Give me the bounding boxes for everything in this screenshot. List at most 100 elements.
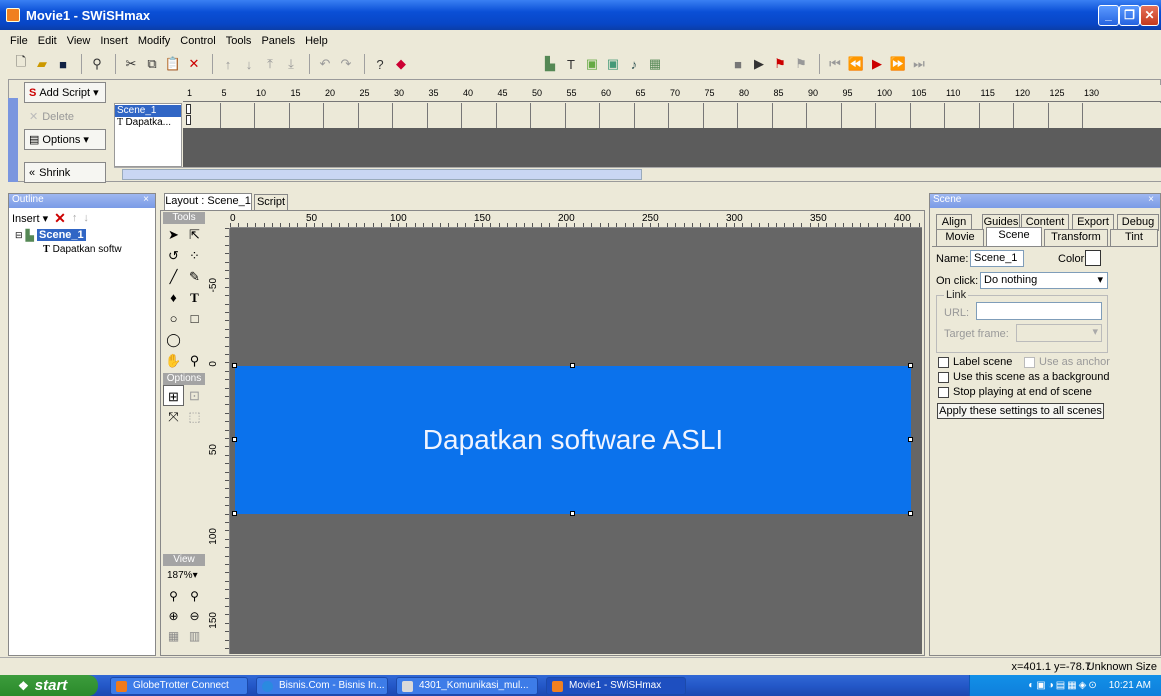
menu-panels[interactable]: Panels <box>261 35 295 47</box>
selection-handle[interactable] <box>232 437 237 442</box>
tab-transform[interactable]: Transform <box>1044 229 1108 246</box>
menu-edit[interactable]: Edit <box>38 35 57 47</box>
hand-tool-icon[interactable]: ✋ <box>163 350 184 371</box>
copy-icon[interactable]: ⧉ <box>143 55 161 73</box>
selection-handle[interactable] <box>908 363 913 368</box>
step-back-icon[interactable]: ⏪ <box>847 55 865 73</box>
show-grid-icon[interactable]: ▦ <box>163 626 184 646</box>
transform-icon[interactable]: ⬚ <box>184 406 205 427</box>
ellipse-tool-icon[interactable]: ○ <box>163 308 184 329</box>
menu-tools[interactable]: Tools <box>226 35 252 47</box>
maximize-button[interactable]: ❐ <box>1119 5 1140 26</box>
outline-tree-scene[interactable]: ⊟ ▙ Scene_1 <box>9 228 155 242</box>
outline-delete-icon[interactable]: ✕ <box>54 210 66 227</box>
menu-insert[interactable]: Insert <box>100 35 128 47</box>
timeline-side-tab[interactable] <box>8 98 18 182</box>
play-timeline-icon[interactable]: ⚑ <box>771 55 789 73</box>
color-picker-swatch[interactable] <box>1085 250 1101 266</box>
redo-icon[interactable]: ↷ <box>337 55 355 73</box>
undo-icon[interactable]: ↶ <box>316 55 334 73</box>
selection-handle[interactable] <box>908 511 913 516</box>
tab-tint[interactable]: Tint <box>1110 229 1158 246</box>
tab-movie[interactable]: Movie <box>936 229 984 246</box>
selection-handle[interactable] <box>570 363 575 368</box>
outline-down-icon[interactable]: ↓ <box>83 212 89 224</box>
new-file-icon[interactable]: 🗋 <box>12 54 30 73</box>
tab-script[interactable]: Script <box>254 194 288 211</box>
onclick-select[interactable]: Do nothing ▾ <box>980 272 1108 289</box>
selection-handle[interactable] <box>232 363 237 368</box>
play-effect-icon[interactable]: ⚑ <box>792 55 810 73</box>
scene-text-banner[interactable]: Dapatkan software ASLI <box>235 366 911 514</box>
subselect-icon[interactable]: ⇱ <box>184 224 205 245</box>
task-swishmax[interactable]: Movie1 - SWiSHmax <box>546 676 686 695</box>
outline-tree-text[interactable]: T Dapatkan softw <box>9 242 155 256</box>
menu-control[interactable]: Control <box>180 35 215 47</box>
zoom-out-icon[interactable]: ⊖ <box>184 606 205 626</box>
step-forward-marker-icon[interactable]: ▶ <box>868 55 886 73</box>
go-end-icon[interactable]: ⏭ <box>910 55 928 73</box>
insert-image-icon[interactable]: ▣ <box>583 55 601 73</box>
help-pointer-icon[interactable]: ? <box>371 55 389 73</box>
zoom-level-dropdown[interactable]: 187%▾ <box>163 566 205 586</box>
stop-playing-checkbox[interactable]: Stop playing at end of scene <box>938 386 1092 398</box>
line-tool-icon[interactable]: ╱ <box>163 266 184 287</box>
rewind-start-icon[interactable]: ⏮ <box>826 55 844 73</box>
wizard-icon[interactable]: ◆ <box>392 55 410 73</box>
text-tool-icon[interactable]: T <box>184 287 205 308</box>
reshape-icon[interactable]: ↺ <box>163 245 184 266</box>
task-document[interactable]: 4301_Komunikasi_mul... <box>396 676 538 695</box>
menu-help[interactable]: Help <box>305 35 328 47</box>
start-button[interactable]: ❖ start <box>0 675 98 696</box>
insert-sprite-icon[interactable]: ▦ <box>646 55 664 73</box>
use-as-anchor-checkbox[interactable]: Use as anchor <box>1024 356 1110 368</box>
insert-sound-icon[interactable]: ♪ <box>625 55 643 73</box>
task-globetrotter[interactable]: GlobeTrotter Connect <box>110 676 248 695</box>
move-top-icon[interactable]: ⤒ <box>261 55 279 73</box>
open-folder-icon[interactable]: ▰ <box>33 55 51 73</box>
timeline-row-scene[interactable]: Scene_1 <box>115 105 181 117</box>
zoom-tool-icon[interactable]: ⚲ <box>184 350 205 371</box>
tab-scene[interactable]: Scene <box>986 227 1042 246</box>
move-bottom-icon[interactable]: ⤓ <box>282 55 300 73</box>
url-input[interactable] <box>976 302 1102 320</box>
background-scene-checkbox[interactable]: Use this scene as a background <box>938 371 1110 383</box>
options-button[interactable]: ▤ Options ▾ <box>24 129 106 150</box>
target-frame-select[interactable]: ▾ <box>1016 324 1102 342</box>
task-browser[interactable]: Bisnis.Com - Bisnis In... <box>256 676 388 695</box>
menu-file[interactable]: File <box>10 35 28 47</box>
play-icon[interactable]: ▶ <box>750 55 768 73</box>
menu-modify[interactable]: Modify <box>138 35 170 47</box>
outline-up-icon[interactable]: ↑ <box>72 212 78 224</box>
move-up-icon[interactable]: ↑ <box>219 55 237 73</box>
save-icon[interactable]: ■ <box>54 55 72 73</box>
show-guides-icon[interactable]: ▥ <box>184 626 205 646</box>
stop-icon[interactable]: ■ <box>729 55 747 73</box>
timeline-row-text[interactable]: T Dapatka... <box>115 117 181 129</box>
zoom-100-icon[interactable]: ⚲ <box>184 586 205 606</box>
anchor-point-icon[interactable]: ⤧ <box>163 406 184 427</box>
timeline-frames-area[interactable] <box>183 103 1161 167</box>
autoshape-tool-icon[interactable]: ◯ <box>163 329 184 350</box>
selection-handle[interactable] <box>570 511 575 516</box>
tray-icons[interactable]: ◐▣◑▤▦◈⊙ <box>1028 680 1099 691</box>
pen-tool-icon[interactable]: ♦ <box>163 287 184 308</box>
snap-objects-icon[interactable]: ⊡ <box>184 385 205 406</box>
select-arrow-icon[interactable]: ➤ <box>163 224 184 245</box>
timeline-horizontal-scrollbar[interactable] <box>114 167 1161 181</box>
menu-view[interactable]: View <box>67 35 91 47</box>
label-scene-checkbox[interactable]: Label scene <box>938 356 1012 368</box>
zoom-fit-icon[interactable]: ⚲ <box>163 586 184 606</box>
apply-settings-button[interactable]: Apply these settings to all scenes <box>937 403 1104 419</box>
add-script-button[interactable]: S Add Script ▾ <box>24 82 106 103</box>
find-icon[interactable]: ⚲ <box>88 55 106 73</box>
insert-scene-icon[interactable]: ▙ <box>541 55 559 73</box>
cut-icon[interactable]: ✂ <box>122 55 140 73</box>
delete-button[interactable]: ✕ Delete <box>24 106 106 127</box>
rectangle-tool-icon[interactable]: □ <box>184 308 205 329</box>
delete-icon[interactable]: ✕ <box>185 55 203 73</box>
minimize-button[interactable]: _ <box>1098 5 1119 26</box>
motion-path-icon[interactable]: ⁘ <box>184 245 205 266</box>
selection-handle[interactable] <box>908 437 913 442</box>
paste-icon[interactable]: 📋 <box>164 55 182 73</box>
